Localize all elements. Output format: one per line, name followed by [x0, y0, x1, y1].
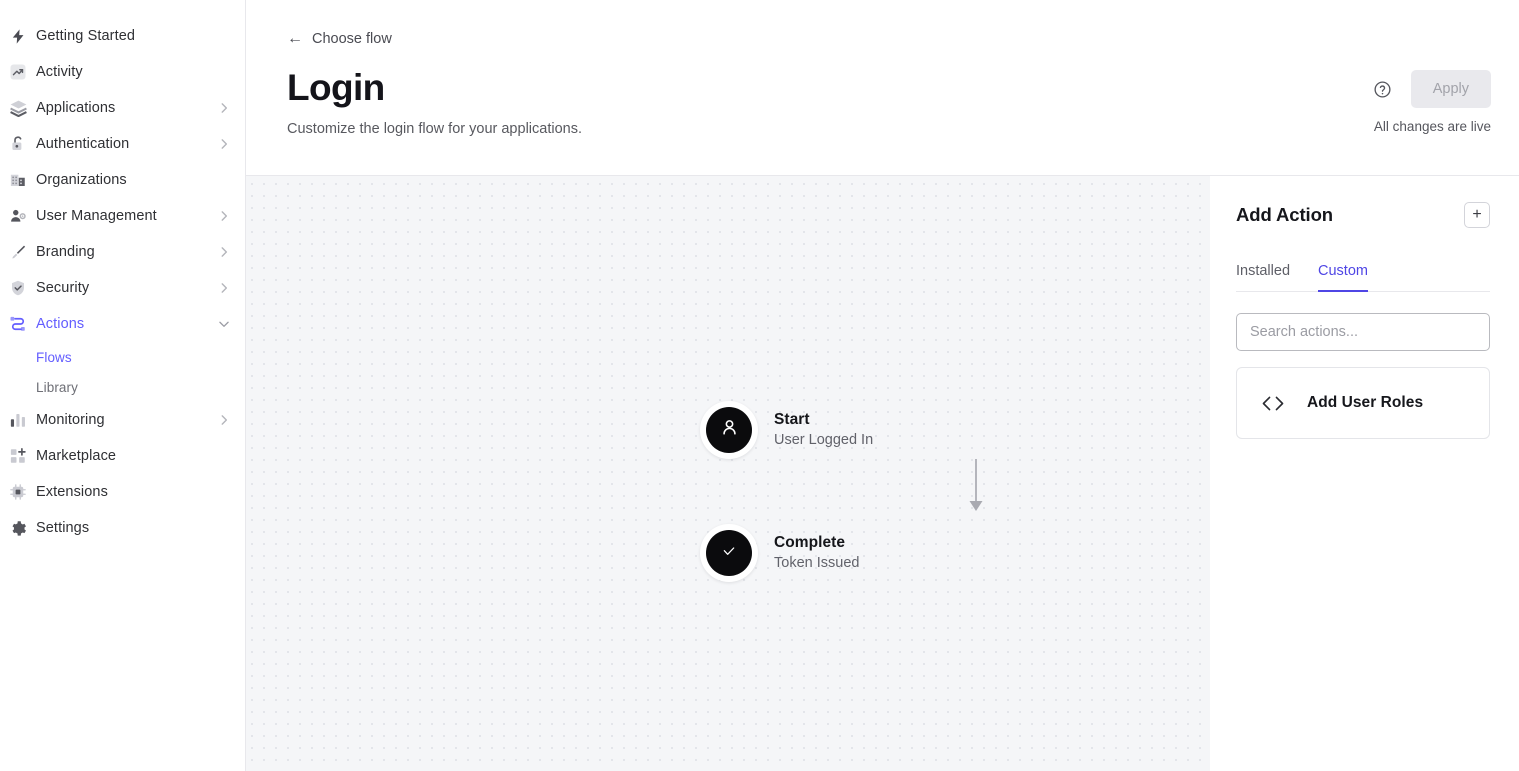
sidebar-item-label: Marketplace — [36, 448, 117, 464]
paintbrush-icon — [8, 242, 28, 262]
chevron-down-icon — [217, 317, 231, 331]
user-gear-icon — [8, 206, 28, 226]
chevron-right-icon — [217, 137, 231, 151]
changes-live-note: All changes are live — [1373, 119, 1491, 134]
bar-chart-icon — [8, 410, 28, 430]
back-to-choose-flow-link[interactable]: ← Choose flow — [287, 30, 392, 48]
flow-node-start[interactable]: Start User Logged In — [700, 401, 873, 459]
chevron-right-icon — [217, 209, 231, 223]
sidebar-subitem-flows[interactable]: Flows — [0, 342, 245, 372]
search-actions-wrapper — [1236, 313, 1490, 351]
header-actions: Apply — [1372, 70, 1491, 108]
sidebar-item-label: Actions — [36, 316, 85, 332]
shield-check-icon — [8, 278, 28, 298]
sidebar-item-extensions[interactable]: Extensions — [0, 474, 245, 510]
sidebar-item-label: Activity — [36, 64, 83, 80]
flow-node-title: Start — [774, 410, 810, 428]
chevron-right-icon — [217, 245, 231, 259]
trend-up-icon — [8, 62, 28, 82]
sidebar-item-label: Authentication — [36, 136, 130, 152]
sidebar-item-user-management[interactable]: User Management — [0, 198, 245, 234]
gear-icon — [8, 518, 28, 538]
sidebar-item-label: Monitoring — [36, 412, 105, 428]
flow-node-subtitle: User Logged In — [774, 432, 874, 449]
flow-node-title: Complete — [774, 533, 846, 551]
flow-node-subtitle: Token Issued — [774, 555, 860, 572]
panel-header: Add Action + — [1236, 202, 1490, 228]
flow-connector-arrow — [969, 459, 983, 511]
sidebar-item-label: Organizations — [36, 172, 127, 188]
sidebar-item-label: Security — [36, 280, 90, 296]
sidebar-item-label: User Management — [36, 208, 157, 224]
sidebar-item-organizations[interactable]: Organizations — [0, 162, 245, 198]
page-subtitle: Customize the login flow for your applic… — [287, 120, 582, 137]
sidebar-subitem-library[interactable]: Library — [0, 372, 245, 402]
sidebar-item-getting-started[interactable]: Getting Started — [0, 18, 245, 54]
sidebar-item-label: Extensions — [36, 484, 108, 500]
question-circle-icon[interactable] — [1372, 78, 1394, 100]
body-row: Start User Logged In Complete Token Issu… — [246, 176, 1519, 771]
sidebar: Getting Started Activity Applications Au… — [0, 0, 246, 771]
sidebar-item-branding[interactable]: Branding — [0, 234, 245, 270]
sidebar-subitem-label: Library — [36, 379, 78, 395]
sidebar-item-marketplace[interactable]: Marketplace — [0, 438, 245, 474]
flow-canvas[interactable]: Start User Logged In Complete Token Issu… — [246, 176, 1210, 771]
action-card-label: Add User Roles — [1307, 394, 1424, 411]
bolt-icon — [8, 26, 28, 46]
sidebar-item-authentication[interactable]: Authentication — [0, 126, 245, 162]
sidebar-item-label: Settings — [36, 520, 90, 536]
tab-custom[interactable]: Custom — [1318, 263, 1368, 292]
marketplace-plus-icon — [8, 446, 28, 466]
sidebar-item-label: Applications — [36, 100, 116, 116]
arrow-left-icon: ← — [287, 30, 303, 47]
add-action-panel: Add Action + Installed Custom Add User R… — [1210, 176, 1519, 771]
create-action-button[interactable]: + — [1464, 202, 1490, 228]
flow-node-complete-circle[interactable] — [700, 524, 758, 582]
tab-installed[interactable]: Installed — [1236, 263, 1290, 292]
check-icon — [721, 543, 737, 564]
sidebar-item-applications[interactable]: Applications — [0, 90, 245, 126]
chevron-right-icon — [217, 101, 231, 115]
action-card-add-user-roles[interactable]: Add User Roles — [1236, 367, 1490, 439]
sidebar-item-activity[interactable]: Activity — [0, 54, 245, 90]
app-root: Getting Started Activity Applications Au… — [0, 0, 1519, 771]
sidebar-item-label: Branding — [36, 244, 95, 260]
stack-icon — [8, 98, 28, 118]
flow-node-complete-text: Complete Token Issued — [774, 533, 859, 573]
sidebar-item-monitoring[interactable]: Monitoring — [0, 402, 245, 438]
search-actions-input[interactable] — [1236, 313, 1490, 351]
apply-button[interactable]: Apply — [1410, 70, 1491, 108]
panel-tabs: Installed Custom — [1236, 263, 1490, 292]
sidebar-item-security[interactable]: Security — [0, 270, 245, 306]
main-content: ← Choose flow Login Customize the login … — [246, 0, 1519, 771]
flow-node-start-text: Start User Logged In — [774, 410, 873, 450]
back-link-label: Choose flow — [312, 31, 392, 47]
person-icon — [719, 417, 740, 443]
sidebar-subitem-label: Flows — [36, 349, 72, 365]
sidebar-item-label: Getting Started — [36, 28, 136, 44]
chevron-right-icon — [217, 281, 231, 295]
chevron-right-icon — [217, 413, 231, 427]
panel-title: Add Action — [1236, 204, 1333, 225]
lock-open-icon — [8, 134, 28, 154]
flow-node-complete[interactable]: Complete Token Issued — [700, 524, 859, 582]
building-icon — [8, 170, 28, 190]
flow-node-start-circle[interactable] — [700, 401, 758, 459]
chip-icon — [8, 482, 28, 502]
page-title: Login — [287, 67, 385, 108]
code-brackets-icon — [1259, 394, 1287, 413]
sidebar-item-settings[interactable]: Settings — [0, 510, 245, 546]
sidebar-item-actions[interactable]: Actions — [0, 306, 245, 342]
page-header: ← Choose flow Login Customize the login … — [246, 0, 1519, 176]
actions-flow-icon — [8, 314, 28, 334]
